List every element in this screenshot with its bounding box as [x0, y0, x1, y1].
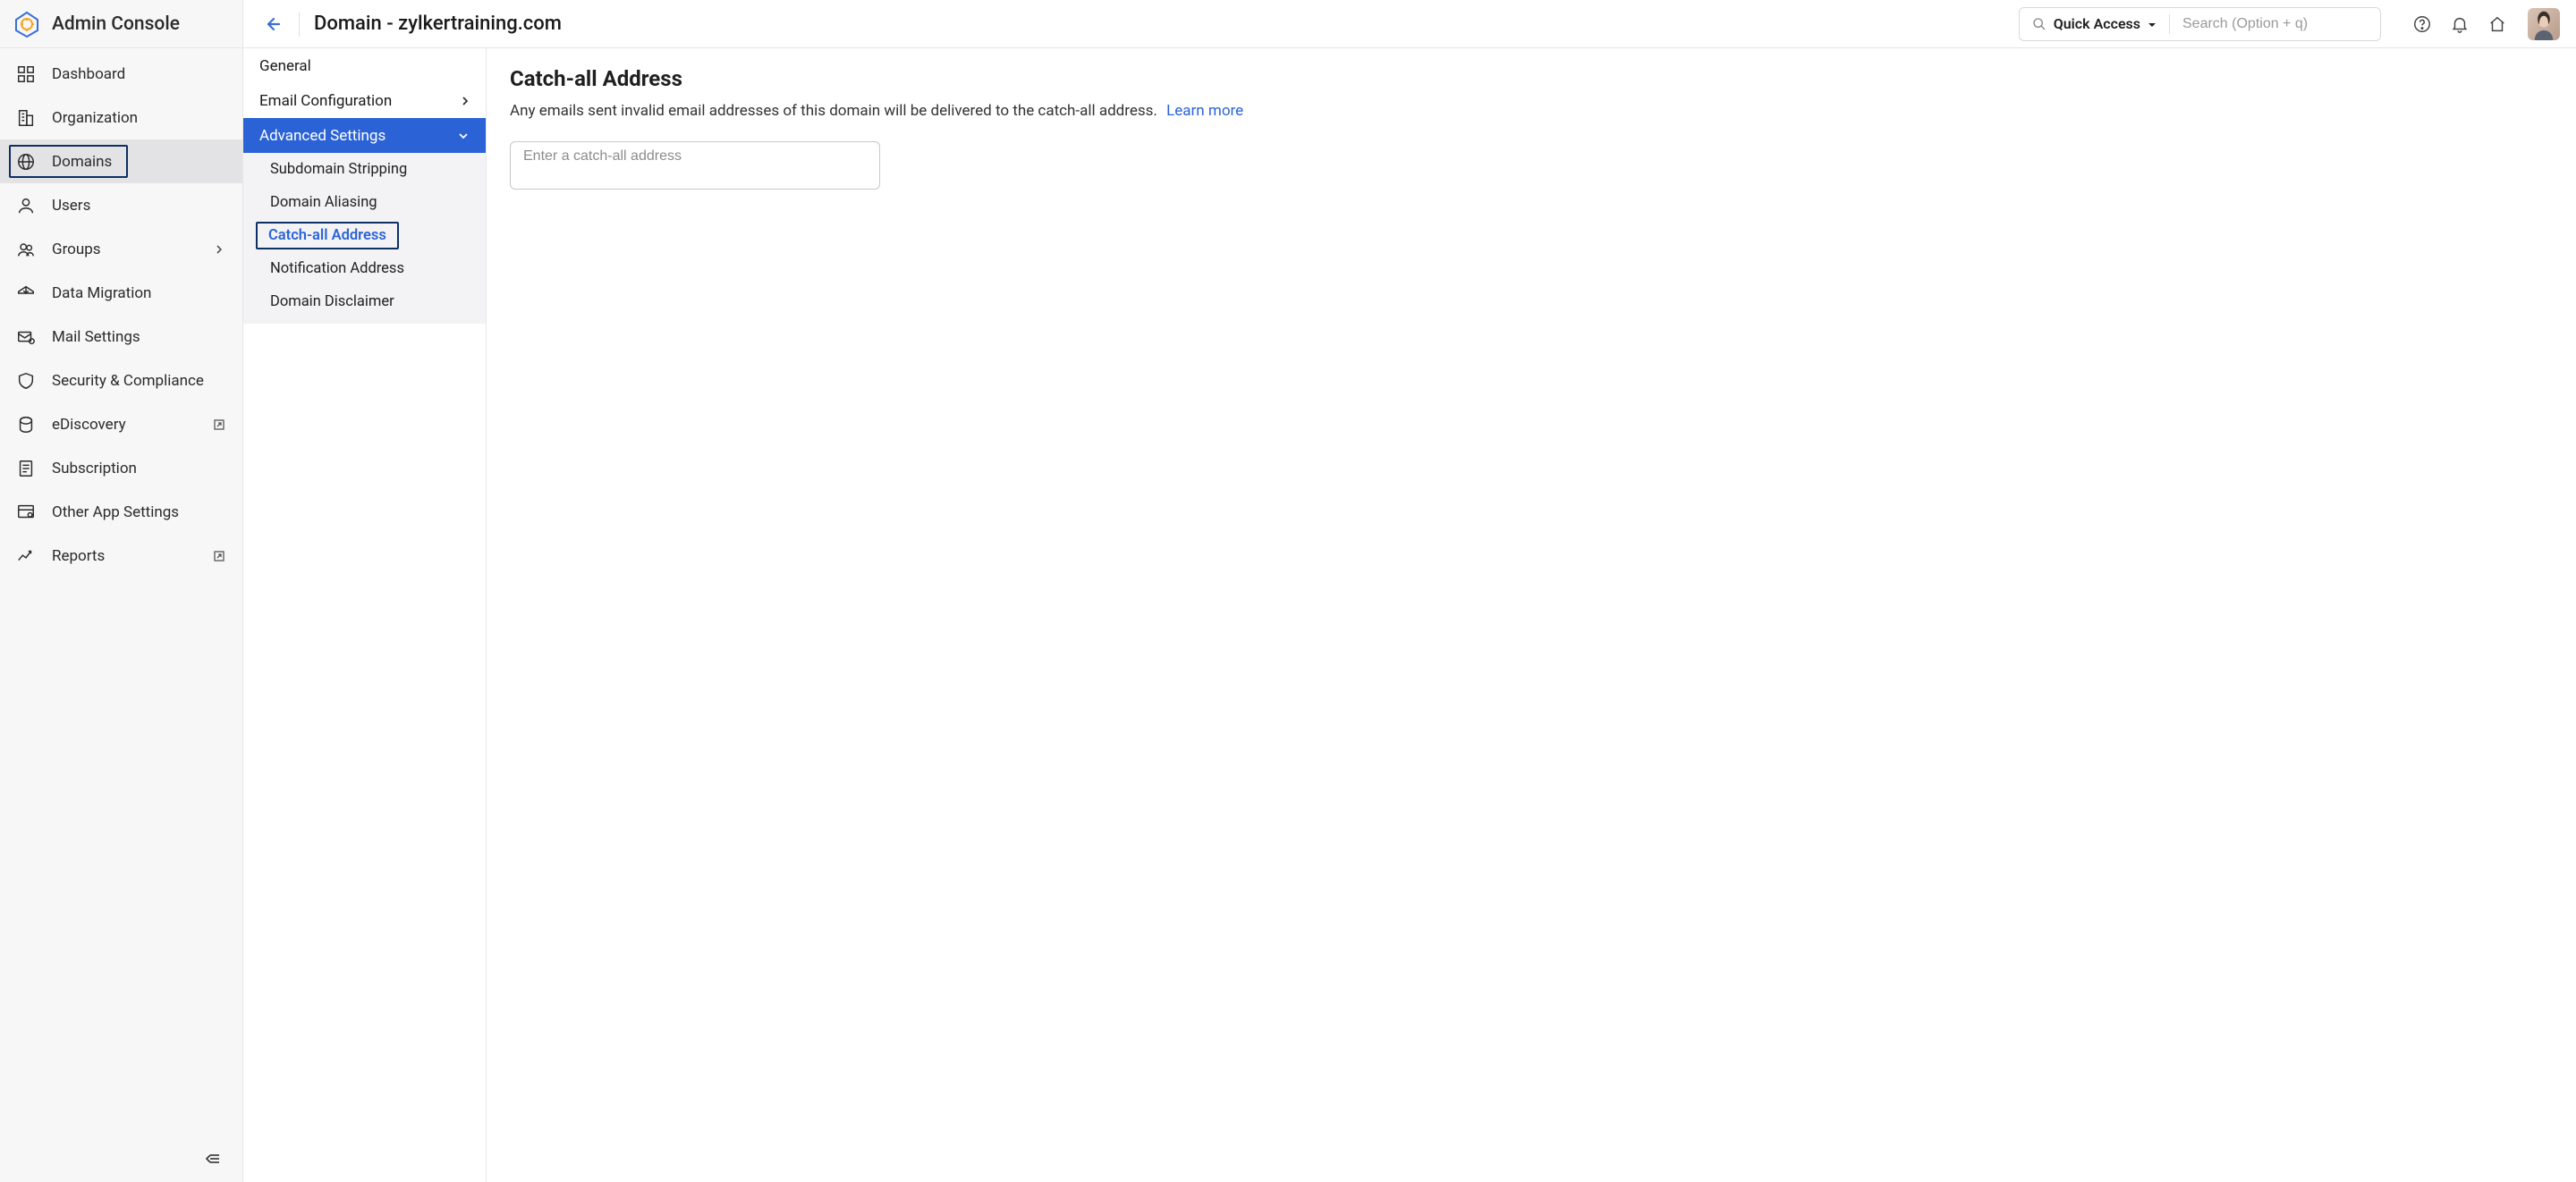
topbar: Domain - zylkertraining.com Quick Access — [243, 0, 2576, 48]
bell-icon[interactable] — [2449, 13, 2470, 35]
content-panel: Catch-all Address Any emails sent invali… — [487, 48, 2576, 1182]
receipt-icon — [16, 459, 36, 478]
learn-more-link[interactable]: Learn more — [1166, 102, 1243, 120]
divider — [299, 12, 300, 37]
sidebar-item-reports[interactable]: Reports — [0, 534, 242, 578]
archive-icon — [16, 415, 36, 435]
nav-label: Data Migration — [52, 284, 226, 302]
subnav-domain-disclaimer[interactable]: Domain Disclaimer — [243, 285, 486, 318]
mail-gear-icon — [16, 327, 36, 347]
subnav-label: General — [259, 57, 311, 75]
external-link-icon — [212, 549, 226, 563]
external-link-icon — [212, 418, 226, 432]
nav-label: Organization — [52, 109, 226, 127]
nav-label: Dashboard — [52, 65, 226, 83]
chevron-right-icon — [461, 95, 470, 107]
nav-label: Domains — [52, 153, 226, 171]
sidebar-item-domains[interactable]: Domains — [0, 139, 242, 183]
chevron-down-icon — [457, 131, 470, 140]
sidebar-item-other-apps[interactable]: Other App Settings — [0, 490, 242, 534]
sidebar-header: Admin Console — [0, 0, 242, 48]
nav-label: Security & Compliance — [52, 372, 226, 390]
subnav: General Email Configuration Advanced Set… — [243, 48, 487, 1182]
panel-heading: Catch-all Address — [510, 66, 2553, 91]
chevron-right-icon — [212, 242, 226, 257]
apps-icon — [16, 502, 36, 522]
dashboard-icon — [16, 64, 36, 84]
nav-label: Mail Settings — [52, 328, 226, 346]
migration-icon — [16, 283, 36, 303]
sidebar-item-users[interactable]: Users — [0, 183, 242, 227]
subnav-label: Email Configuration — [259, 92, 392, 110]
nav-label: Users — [52, 197, 226, 215]
shield-icon — [16, 371, 36, 391]
quick-access-label: Quick Access — [2054, 15, 2140, 32]
nav-label: Reports — [52, 547, 196, 565]
collapse-sidebar-icon[interactable] — [203, 1152, 221, 1170]
chart-icon — [16, 546, 36, 566]
subnav-child-label: Domain Disclaimer — [270, 293, 394, 310]
sidebar-item-organization[interactable]: Organization — [0, 96, 242, 139]
panel-description: Any emails sent invalid email addresses … — [510, 102, 2553, 120]
page-title: Domain - zylkertraining.com — [314, 13, 562, 35]
quick-search: Quick Access — [2019, 7, 2381, 41]
avatar[interactable] — [2528, 8, 2560, 40]
nav-label: Other App Settings — [52, 503, 226, 521]
user-icon — [16, 196, 36, 215]
sidebar-item-security[interactable]: Security & Compliance — [0, 359, 242, 402]
catch-all-input[interactable] — [510, 141, 880, 190]
sidebar-item-data-migration[interactable]: Data Migration — [0, 271, 242, 315]
nav-label: Groups — [52, 241, 196, 258]
subnav-advanced-settings[interactable]: Advanced Settings — [243, 118, 486, 153]
subnav-notification-address[interactable]: Notification Address — [243, 252, 486, 285]
search-input[interactable] — [2170, 8, 2380, 40]
caret-down-icon — [2148, 15, 2157, 32]
subnav-child-label: Catch-all Address — [268, 227, 386, 244]
quick-access-dropdown[interactable]: Quick Access — [2020, 8, 2169, 40]
subnav-catch-all[interactable]: Catch-all Address Catch-all Address — [243, 219, 486, 252]
building-icon — [16, 108, 36, 128]
subnav-child-label: Subdomain Stripping — [270, 161, 407, 178]
subnav-label: Advanced Settings — [259, 127, 386, 145]
sidebar-item-groups[interactable]: Groups — [0, 227, 242, 271]
help-icon[interactable] — [2411, 13, 2433, 35]
sidebar: Admin Console Dashboard Organization Dom… — [0, 0, 243, 1182]
back-button[interactable] — [259, 12, 284, 37]
nav-label: Subscription — [52, 460, 226, 477]
sidebar-footer — [0, 1139, 242, 1182]
subnav-child-label: Notification Address — [270, 260, 404, 277]
sidebar-nav: Dashboard Organization Domains Users Gro… — [0, 48, 242, 1139]
sidebar-item-subscription[interactable]: Subscription — [0, 446, 242, 490]
logo-icon — [13, 10, 41, 38]
subnav-child-label: Domain Aliasing — [270, 194, 377, 211]
subnav-subdomain-stripping[interactable]: Subdomain Stripping — [243, 153, 486, 186]
subnav-children: Subdomain Stripping Domain Aliasing Catc… — [243, 153, 486, 324]
nav-label: eDiscovery — [52, 416, 196, 434]
subnav-email-config[interactable]: Email Configuration — [243, 83, 486, 118]
sidebar-item-ediscovery[interactable]: eDiscovery — [0, 402, 242, 446]
home-icon[interactable] — [2487, 13, 2508, 35]
search-icon — [2032, 17, 2046, 31]
sidebar-item-dashboard[interactable]: Dashboard — [0, 52, 242, 96]
globe-icon — [16, 152, 36, 172]
subnav-general[interactable]: General — [243, 48, 486, 83]
subnav-domain-aliasing[interactable]: Domain Aliasing — [243, 186, 486, 219]
group-icon — [16, 240, 36, 259]
app-title: Admin Console — [52, 13, 180, 35]
sidebar-item-mail-settings[interactable]: Mail Settings — [0, 315, 242, 359]
